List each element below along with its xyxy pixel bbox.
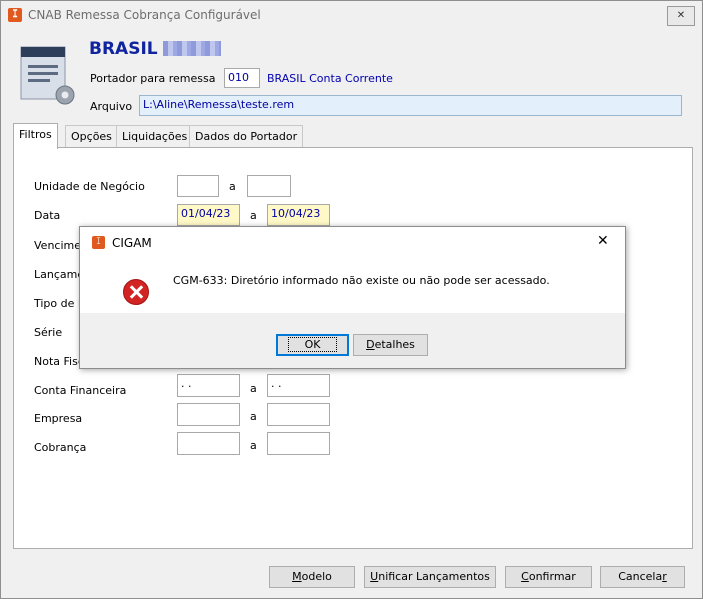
filter-label-serie: Série <box>34 326 63 339</box>
arquivo-label: Arquivo <box>90 100 133 113</box>
tab-filtros[interactable]: Filtros <box>13 123 58 149</box>
modelo-button[interactable]: Modelo <box>269 566 355 588</box>
data-to-field[interactable]: 10/04/23 <box>267 204 330 226</box>
range-separator: a <box>229 180 236 193</box>
cigam-dialog-icon: ꕯ <box>92 236 105 249</box>
portador-name: BRASIL Conta Corrente <box>267 72 393 85</box>
filter-label-tipo: Tipo de P <box>34 297 85 310</box>
confirmar-mnemonic: C <box>521 570 529 583</box>
cobranca-to-field[interactable] <box>267 432 330 455</box>
unificar-mnemonic: U <box>370 570 379 583</box>
detalhes-label: etalhes <box>374 338 415 351</box>
filter-label-conta-financeira: Conta Financeira <box>34 384 127 397</box>
cancelar-button[interactable]: Cancelar <box>600 566 685 588</box>
cancelar-mnemonic: r <box>662 570 667 583</box>
conta-financeira-to-field[interactable]: . . <box>267 374 330 397</box>
modelo-mnemonic: M <box>292 570 302 583</box>
dialog-close-icon[interactable]: ✕ <box>597 233 609 249</box>
unidade-from-field[interactable] <box>177 175 219 197</box>
conta-financeira-from-field[interactable]: . . <box>177 374 240 397</box>
range-separator: a <box>250 410 257 423</box>
ok-button[interactable]: OK <box>276 334 349 356</box>
filter-label-unidade: Unidade de Negócio <box>34 180 145 193</box>
dialog-message: CGM-633: Diretório informado não existe … <box>173 274 550 287</box>
cobranca-from-field[interactable] <box>177 432 240 455</box>
unidade-to-field[interactable] <box>247 175 291 197</box>
error-icon <box>123 279 149 305</box>
arquivo-path-field[interactable]: L:\Aline\Remessa\teste.rem <box>139 95 682 116</box>
ok-label: OK <box>287 337 338 352</box>
tab-opcoes[interactable]: Opções <box>65 125 118 148</box>
portador-code-field[interactable]: 010 <box>224 68 260 88</box>
detalhes-mnemonic: D <box>366 338 375 351</box>
tab-dados-portador[interactable]: Dados do Portador <box>189 125 304 148</box>
filter-label-nota-fiscal: Nota Fisc <box>34 355 84 368</box>
unificar-lancamentos-button[interactable]: Unificar Lançamentos <box>364 566 496 588</box>
filter-label-data: Data <box>34 209 61 222</box>
title-bar: ꕯ CNAB Remessa Cobrança Configurável ✕ <box>1 1 702 29</box>
empresa-from-field[interactable] <box>177 403 240 426</box>
confirmar-button[interactable]: Confirmar <box>505 566 592 588</box>
empresa-to-field[interactable] <box>267 403 330 426</box>
window-title: CNAB Remessa Cobrança Configurável <box>28 8 261 22</box>
modelo-label: odelo <box>301 570 332 583</box>
range-separator: a <box>250 439 257 452</box>
dialog-title: CIGAM <box>112 236 152 250</box>
brand-redacted <box>163 41 221 56</box>
window-close-button[interactable]: ✕ <box>667 6 695 26</box>
cigam-app-icon: ꕯ <box>8 8 22 22</box>
portador-label: Portador para remessa <box>90 72 216 85</box>
brand-title: BRASIL <box>89 39 158 59</box>
document-gear-icon <box>20 46 75 105</box>
filter-label-lancamento: Lançame <box>34 268 85 281</box>
tab-liquidacoes[interactable]: Liquidações <box>116 125 194 148</box>
range-separator: a <box>250 209 257 222</box>
data-from-field[interactable]: 01/04/23 <box>177 204 240 226</box>
cancelar-label: Cancela <box>618 570 663 583</box>
confirmar-label: onfirmar <box>528 570 576 583</box>
cnab-window: ꕯ CNAB Remessa Cobrança Configurável ✕ B… <box>0 0 703 599</box>
error-dialog: ꕯ CIGAM ✕ CGM-633: Diretório informado n… <box>79 226 626 369</box>
unificar-label: nificar Lançamentos <box>378 570 490 583</box>
range-separator: a <box>250 382 257 395</box>
detalhes-button[interactable]: Detalhes <box>353 334 428 356</box>
filter-label-cobranca: Cobrança <box>34 441 87 454</box>
filter-label-empresa: Empresa <box>34 412 83 425</box>
